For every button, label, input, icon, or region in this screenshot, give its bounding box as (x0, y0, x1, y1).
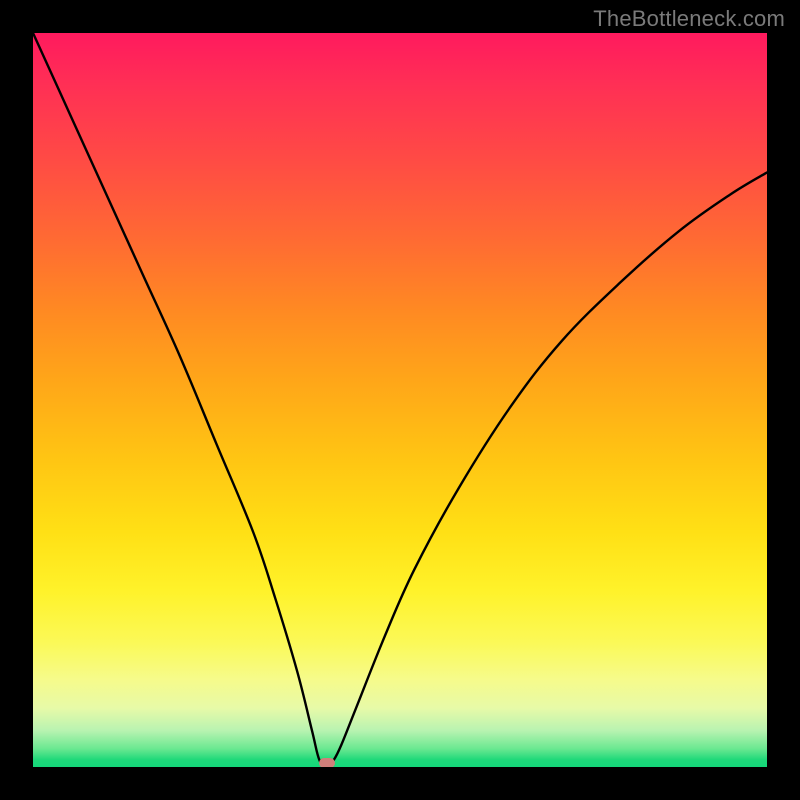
min-marker (319, 758, 335, 767)
plot-area (33, 33, 767, 767)
watermark-text: TheBottleneck.com (593, 6, 785, 32)
chart-frame: TheBottleneck.com (0, 0, 800, 800)
bottleneck-curve (33, 33, 767, 767)
